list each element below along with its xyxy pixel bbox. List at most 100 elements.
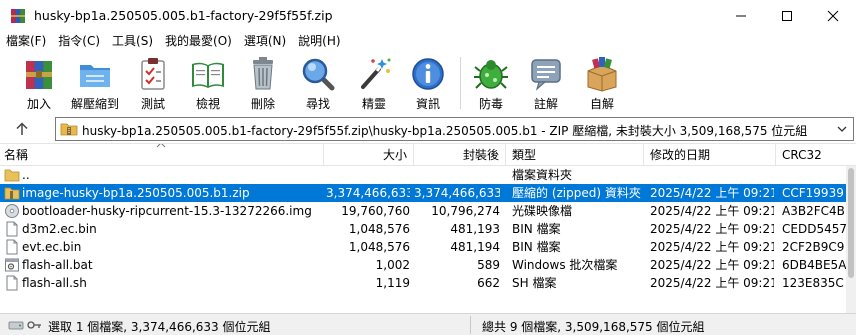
sfx-button[interactable]: 自解 [574, 53, 630, 113]
column-header-packed[interactable]: 封裝後 [414, 144, 506, 166]
file-packed: 481,193 [450, 222, 500, 236]
close-button[interactable] [810, 0, 856, 31]
file-modified [650, 166, 774, 184]
file-modified: 2025/4/22 上午 09:21 [650, 240, 774, 254]
view-button[interactable]: 檢視 [180, 53, 236, 113]
find-label: 尋找 [305, 97, 330, 111]
file-name: evt.ec.bin [22, 240, 82, 254]
add-label: 加入 [26, 97, 51, 111]
table-row[interactable]: flash-all.bat 1,002 589 Windows 批次檔案 202… [0, 256, 846, 274]
table-row-parent[interactable]: .. 檔案資料夾 [0, 166, 846, 184]
minimize-button[interactable] [718, 0, 764, 31]
file-size: 3,374,466,633 [326, 186, 410, 200]
list-header: 名稱 大小 封裝後 類型 修改的日期 CRC32 [0, 144, 856, 166]
menu-commands[interactable]: 指令(C) [52, 31, 106, 51]
toolbar: 加入 解壓縮到 測試 檢視 刪除 尋找 精靈 資訊 防毒 註解 自解 [0, 51, 856, 115]
file-name: flash-all.bat [22, 258, 93, 272]
path-field[interactable]: husky-bp1a.250505.005.b1-factory-29f5f55… [55, 117, 854, 141]
file-type: 光碟映像檔 [512, 204, 573, 218]
delete-button[interactable]: 刪除 [235, 53, 291, 113]
maximize-button[interactable] [764, 0, 810, 31]
vertical-scrollbar[interactable] [846, 166, 856, 314]
test-button[interactable]: 測試 [125, 53, 181, 113]
file-name: image-husky-bp1a.250505.005.b1.zip [22, 186, 250, 200]
parent-folder-icon [4, 169, 20, 182]
file-size: 1,048,576 [348, 240, 410, 254]
view-icon [192, 62, 224, 88]
file-modified: 2025/4/22 上午 09:21 [650, 258, 774, 272]
menu-bar: 檔案(F) 指令(C) 工具(S) 我的最愛(O) 選項(N) 說明(H) [0, 31, 856, 51]
file-crc: 123E835C [782, 276, 844, 290]
path-text: husky-bp1a.250505.005.b1-factory-29f5f55… [82, 124, 808, 138]
file-icon [6, 275, 18, 291]
file-type: Windows 批次檔案 [512, 258, 618, 272]
extract-to-button[interactable]: 解壓縮到 [67, 53, 123, 113]
column-header-modified[interactable]: 修改的日期 [644, 144, 776, 166]
column-header-crc[interactable]: CRC32 [776, 144, 856, 166]
file-type: BIN 檔案 [512, 240, 561, 254]
wizard-button[interactable]: 精靈 [346, 53, 402, 113]
file-packed: 10,796,274 [431, 204, 500, 218]
menu-options[interactable]: 選項(N) [238, 31, 292, 51]
find-icon [302, 58, 335, 91]
add-button[interactable]: 加入 [11, 53, 67, 113]
arrow-up-icon [16, 122, 28, 135]
column-name-label: 名稱 [4, 148, 29, 162]
drive-icon [8, 321, 24, 330]
file-name: .. [22, 168, 30, 182]
sort-ascending-icon [156, 144, 166, 148]
menu-file[interactable]: 檔案(F) [0, 31, 52, 51]
file-type: SH 檔案 [512, 276, 557, 290]
find-button[interactable]: 尋找 [290, 53, 346, 113]
chevron-down-icon[interactable] [835, 122, 849, 136]
info-icon [412, 58, 444, 90]
file-modified: 2025/4/22 上午 09:21 [650, 222, 774, 236]
virus-scan-icon [474, 60, 508, 89]
table-row-selected[interactable]: image-husky-bp1a.250505.005.b1.zip 3,374… [0, 184, 846, 202]
archive-folder-icon [60, 123, 78, 136]
file-packed: 481,194 [450, 240, 500, 254]
menu-help[interactable]: 說明(H) [292, 31, 346, 51]
extract-to-label: 解壓縮到 [70, 97, 119, 111]
column-header-name[interactable]: 名稱 [0, 144, 324, 166]
title-bar: husky-bp1a.250505.005.b1-factory-29f5f55… [0, 0, 856, 31]
virus-scan-button[interactable]: 防毒 [463, 53, 519, 113]
delete-label: 刪除 [250, 97, 275, 111]
file-size: 19,760,760 [341, 204, 410, 218]
table-row[interactable]: flash-all.sh 1,119 662 SH 檔案 2025/4/22 上… [0, 274, 846, 292]
extract-to-icon [80, 65, 110, 87]
table-row[interactable]: d3m2.ec.bin 1,048,576 481,193 BIN 檔案 202… [0, 220, 846, 238]
column-header-size[interactable]: 大小 [324, 144, 414, 166]
column-header-type[interactable]: 類型 [506, 144, 644, 166]
file-packed: 3,374,466,633 [414, 186, 500, 200]
menu-tools[interactable]: 工具(S) [106, 31, 159, 51]
scrollbar-thumb[interactable] [848, 168, 854, 278]
comment-label: 註解 [533, 97, 558, 111]
info-label: 資訊 [415, 97, 440, 111]
comment-button[interactable]: 註解 [518, 53, 574, 113]
zip-folder-icon [4, 187, 20, 200]
virus-scan-label: 防毒 [478, 97, 503, 111]
table-row[interactable]: evt.ec.bin 1,048,576 481,194 BIN 檔案 2025… [0, 238, 846, 256]
table-row[interactable]: bootloader-husky-ripcurrent-15.3-1327226… [0, 202, 846, 220]
wizard-icon [361, 58, 391, 89]
file-type: 檔案資料夾 [512, 168, 573, 182]
file-rows: .. 檔案資料夾 image-husky-bp1a.250505.005.b1.… [0, 166, 846, 314]
file-modified: 2025/4/22 上午 09:21 [650, 204, 774, 218]
column-crc-label: CRC32 [782, 148, 822, 162]
menu-favorites[interactable]: 我的最愛(O) [159, 31, 238, 51]
file-name: flash-all.sh [22, 276, 87, 290]
address-bar: husky-bp1a.250505.005.b1-factory-29f5f55… [0, 115, 856, 143]
file-crc: 2CF2B9C9 [782, 240, 845, 254]
sfx-icon [587, 57, 617, 92]
up-one-level-button[interactable] [10, 119, 34, 139]
maximize-icon [782, 10, 792, 21]
file-crc: 6DB4BE5A [782, 258, 846, 272]
info-button[interactable]: 資訊 [400, 53, 456, 113]
file-size: 1,119 [375, 276, 410, 290]
file-icon [6, 221, 18, 237]
selection-status: 選取 1 個檔案, 3,374,466,633 個位元組 [48, 320, 271, 334]
file-name: bootloader-husky-ripcurrent-15.3-1327226… [22, 204, 312, 218]
close-icon [827, 10, 839, 21]
status-bar: 選取 1 個檔案, 3,374,466,633 個位元組 總共 9 個檔案, 3… [0, 313, 856, 335]
